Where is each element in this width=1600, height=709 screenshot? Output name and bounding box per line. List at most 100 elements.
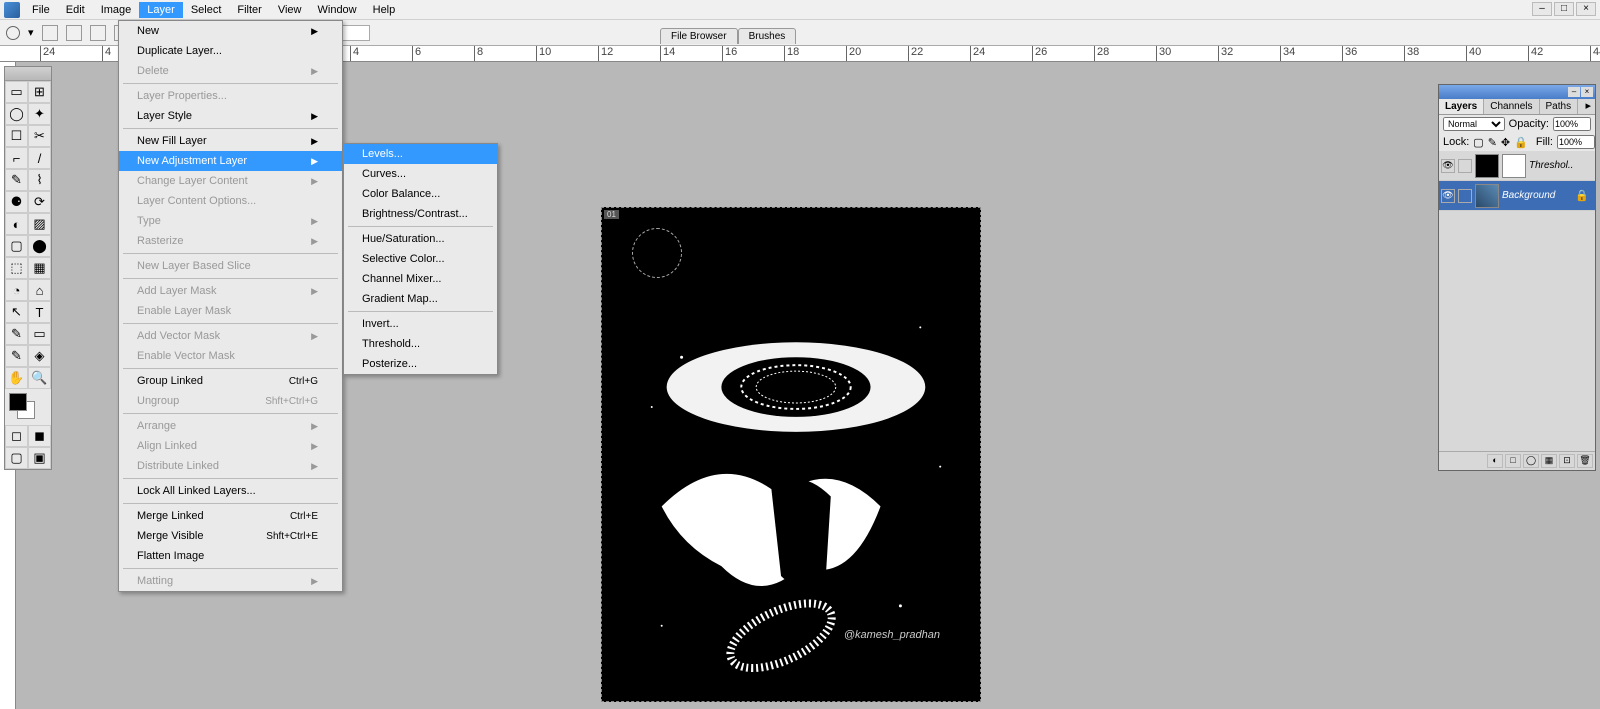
menu-help[interactable]: Help: [365, 2, 404, 18]
visibility-icon[interactable]: 👁: [1441, 159, 1455, 173]
tool-26[interactable]: ✋: [5, 367, 28, 389]
link-icon[interactable]: [1458, 189, 1472, 203]
lock-all-icon[interactable]: 🔒: [1514, 136, 1528, 149]
tool-19[interactable]: ⌂: [28, 279, 51, 301]
menu-filter[interactable]: Filter: [229, 2, 269, 18]
color-swatch[interactable]: [7, 391, 49, 423]
tool-11[interactable]: ⟳: [28, 191, 51, 213]
toolbox-titlebar[interactable]: [5, 67, 51, 81]
tool-1[interactable]: ⊞: [28, 81, 51, 103]
layer-thumb[interactable]: [1475, 154, 1499, 178]
footer-icon-3[interactable]: ▦: [1541, 454, 1557, 468]
footer-icon-0[interactable]: ◐: [1487, 454, 1503, 468]
menu-item-channel-mixer-[interactable]: Channel Mixer...: [344, 269, 497, 289]
tool-18[interactable]: ◔: [5, 279, 28, 301]
menu-item-threshold-[interactable]: Threshold...: [344, 334, 497, 354]
blend-mode-select[interactable]: Normal: [1443, 117, 1505, 131]
option-icon[interactable]: [42, 25, 58, 41]
tool-12[interactable]: ◐: [5, 213, 28, 235]
menu-item-gradient-map-[interactable]: Gradient Map...: [344, 289, 497, 309]
tool-6[interactable]: ⌐: [5, 147, 28, 169]
tab-channels[interactable]: Channels: [1484, 99, 1539, 114]
menu-item-color-balance-[interactable]: Color Balance...: [344, 184, 497, 204]
menu-item-levels-[interactable]: Levels...: [344, 144, 497, 164]
link-icon[interactable]: [1458, 159, 1472, 173]
menu-item-brightness-contrast-[interactable]: Brightness/Contrast...: [344, 204, 497, 224]
tab-paths[interactable]: Paths: [1540, 99, 1579, 114]
opacity-input[interactable]: [1553, 117, 1591, 131]
footer-icon-5[interactable]: 🗑: [1577, 454, 1593, 468]
tool-13[interactable]: ▨: [28, 213, 51, 235]
menu-item-hue-saturation-[interactable]: Hue/Saturation...: [344, 229, 497, 249]
layer-threshol..[interactable]: 👁Threshol..: [1439, 151, 1595, 181]
tab-file-browser[interactable]: File Browser: [660, 28, 738, 44]
menu-item-posterize-[interactable]: Posterize...: [344, 354, 497, 374]
tool-22[interactable]: ✎: [5, 323, 28, 345]
menu-item-new-adjustment-layer[interactable]: New Adjustment Layer▶: [119, 151, 342, 171]
tool-2[interactable]: ◯: [5, 103, 28, 125]
close-button[interactable]: ×: [1576, 2, 1596, 16]
maximize-button[interactable]: □: [1554, 2, 1574, 16]
fill-input[interactable]: [1557, 135, 1595, 149]
layer-background[interactable]: 👁Background🔒: [1439, 181, 1595, 211]
tool-14[interactable]: ▢: [5, 235, 28, 257]
tool-15[interactable]: ⬤: [28, 235, 51, 257]
ellipse-tool-icon[interactable]: [6, 26, 20, 40]
menu-select[interactable]: Select: [183, 2, 230, 18]
menu-item-selective-color-[interactable]: Selective Color...: [344, 249, 497, 269]
menu-item-duplicate-layer-[interactable]: Duplicate Layer...: [119, 41, 342, 61]
menu-view[interactable]: View: [270, 2, 310, 18]
tool-24[interactable]: ✎: [5, 345, 28, 367]
tool-3[interactable]: ✦: [28, 103, 51, 125]
menu-item-merge-visible[interactable]: Merge VisibleShft+Ctrl+E: [119, 526, 342, 546]
layer-thumb[interactable]: [1502, 154, 1526, 178]
tool-27[interactable]: 🔍: [28, 367, 51, 389]
panel-minimize-icon[interactable]: –: [1568, 87, 1580, 97]
tool-20[interactable]: ↖: [5, 301, 28, 323]
menu-item-layer-style[interactable]: Layer Style▶: [119, 106, 342, 126]
menu-item-new[interactable]: New▶: [119, 21, 342, 41]
option-icon[interactable]: [66, 25, 82, 41]
tool-17[interactable]: ▦: [28, 257, 51, 279]
menu-edit[interactable]: Edit: [58, 2, 93, 18]
tool-0[interactable]: ▭: [5, 81, 28, 103]
screen-mode[interactable]: ▣: [28, 447, 51, 469]
tool-23[interactable]: ▭: [28, 323, 51, 345]
quickmask-off[interactable]: ◻: [5, 425, 28, 447]
minimize-button[interactable]: –: [1532, 2, 1552, 16]
screen-mode[interactable]: ▢: [5, 447, 28, 469]
menu-file[interactable]: File: [24, 2, 58, 18]
tool-7[interactable]: /: [28, 147, 51, 169]
option-icon[interactable]: [90, 25, 106, 41]
footer-icon-2[interactable]: ◯: [1523, 454, 1539, 468]
menu-item-new-fill-layer[interactable]: New Fill Layer▶: [119, 131, 342, 151]
footer-icon-4[interactable]: ⊡: [1559, 454, 1575, 468]
tab-brushes[interactable]: Brushes: [738, 28, 797, 44]
canvas[interactable]: 01 @kamesh_pradhan: [601, 207, 981, 702]
panel-titlebar[interactable]: – ×: [1439, 85, 1595, 99]
menu-item-lock-all-linked-layers-[interactable]: Lock All Linked Layers...: [119, 481, 342, 501]
footer-icon-1[interactable]: □: [1505, 454, 1521, 468]
menu-item-group-linked[interactable]: Group LinkedCtrl+G: [119, 371, 342, 391]
tool-21[interactable]: T: [28, 301, 51, 323]
tool-25[interactable]: ◈: [28, 345, 51, 367]
menu-item-flatten-image[interactable]: Flatten Image: [119, 546, 342, 566]
tool-dropdown-icon[interactable]: ▾: [28, 26, 34, 39]
quickmask-on[interactable]: ◼: [28, 425, 51, 447]
foreground-color[interactable]: [9, 393, 27, 411]
panel-menu-icon[interactable]: ▸: [1578, 99, 1595, 114]
menu-item-merge-linked[interactable]: Merge LinkedCtrl+E: [119, 506, 342, 526]
tab-layers[interactable]: Layers: [1439, 99, 1484, 114]
lock-transparent-icon[interactable]: ▢: [1473, 136, 1483, 149]
lock-position-icon[interactable]: ✥: [1501, 136, 1510, 149]
menu-image[interactable]: Image: [93, 2, 140, 18]
tool-10[interactable]: ⚈: [5, 191, 28, 213]
tool-4[interactable]: ☐: [5, 125, 28, 147]
tool-16[interactable]: ⬚: [5, 257, 28, 279]
menu-layer[interactable]: Layer: [139, 2, 183, 18]
menu-item-invert-[interactable]: Invert...: [344, 314, 497, 334]
tool-5[interactable]: ✂: [28, 125, 51, 147]
tool-9[interactable]: ⌇: [28, 169, 51, 191]
lock-pixels-icon[interactable]: ✎: [1488, 136, 1497, 149]
layer-thumb[interactable]: [1475, 184, 1499, 208]
